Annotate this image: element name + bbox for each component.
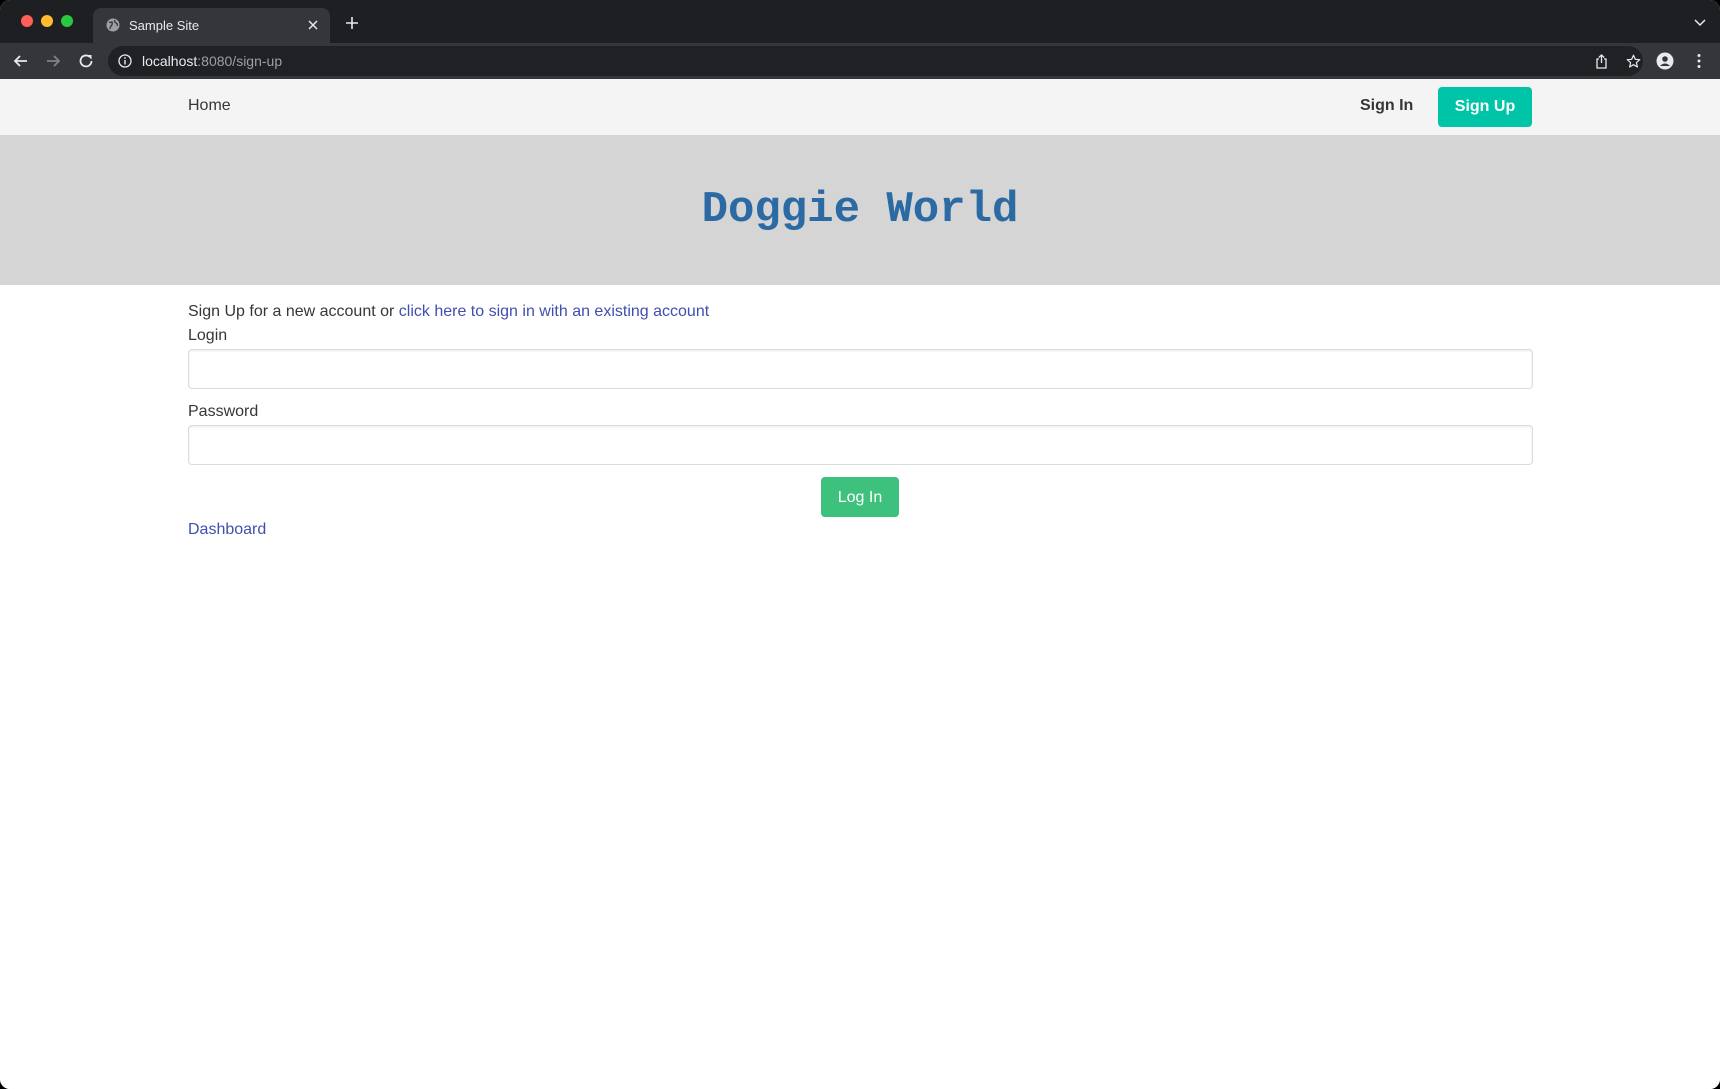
back-arrow-icon[interactable] <box>12 52 30 70</box>
nav-signin-link[interactable]: Sign In <box>1360 97 1413 115</box>
star-icon[interactable] <box>1626 54 1641 69</box>
zoom-window-button[interactable] <box>61 15 73 27</box>
page-title: Doggie World <box>701 185 1019 235</box>
browser-toolbar: localhost:8080/sign-up <box>0 43 1720 80</box>
hero-banner: Doggie World <box>0 135 1720 285</box>
kebab-menu-icon[interactable] <box>1690 52 1708 70</box>
url-host: localhost <box>142 53 198 69</box>
forward-arrow-icon[interactable] <box>44 52 62 70</box>
share-icon[interactable] <box>1594 54 1609 69</box>
site-navbar: Home Sign In Sign Up <box>0 79 1720 135</box>
url-text: localhost:8080/sign-up <box>142 53 282 69</box>
intro-text: Sign Up for a new account or click here … <box>188 303 709 321</box>
login-label: Login <box>188 327 228 344</box>
minimize-window-button[interactable] <box>41 15 53 27</box>
login-input[interactable] <box>188 349 1533 389</box>
globe-icon <box>106 18 120 32</box>
signin-existing-link[interactable]: click here to sign in with an existing a… <box>399 303 709 320</box>
chevron-down-icon[interactable] <box>1694 18 1706 28</box>
page-viewport: Home Sign In Sign Up Doggie World Sign U… <box>0 79 1720 1089</box>
password-label: Password <box>188 403 259 420</box>
browser-window: Sample Site localhost:8080/sign-up Home … <box>0 0 1720 1089</box>
close-window-button[interactable] <box>21 15 33 27</box>
nav-home-link[interactable]: Home <box>188 97 231 115</box>
dashboard-link[interactable]: Dashboard <box>188 521 266 539</box>
login-button[interactable]: Log In <box>821 477 899 517</box>
profile-icon[interactable] <box>1656 52 1674 70</box>
reload-icon[interactable] <box>77 52 95 70</box>
browser-tab[interactable]: Sample Site <box>93 8 330 43</box>
intro-label: Sign Up for a new account or <box>188 303 399 320</box>
url-path: :8080/sign-up <box>197 53 283 69</box>
address-bar[interactable]: localhost:8080/sign-up <box>108 46 1643 76</box>
close-icon[interactable] <box>306 18 320 32</box>
info-icon[interactable] <box>118 54 132 68</box>
plus-icon[interactable] <box>345 16 359 30</box>
tab-title: Sample Site <box>129 18 200 33</box>
nav-signup-button[interactable]: Sign Up <box>1438 87 1532 127</box>
tab-strip: Sample Site <box>0 0 1720 43</box>
password-input[interactable] <box>188 425 1533 465</box>
